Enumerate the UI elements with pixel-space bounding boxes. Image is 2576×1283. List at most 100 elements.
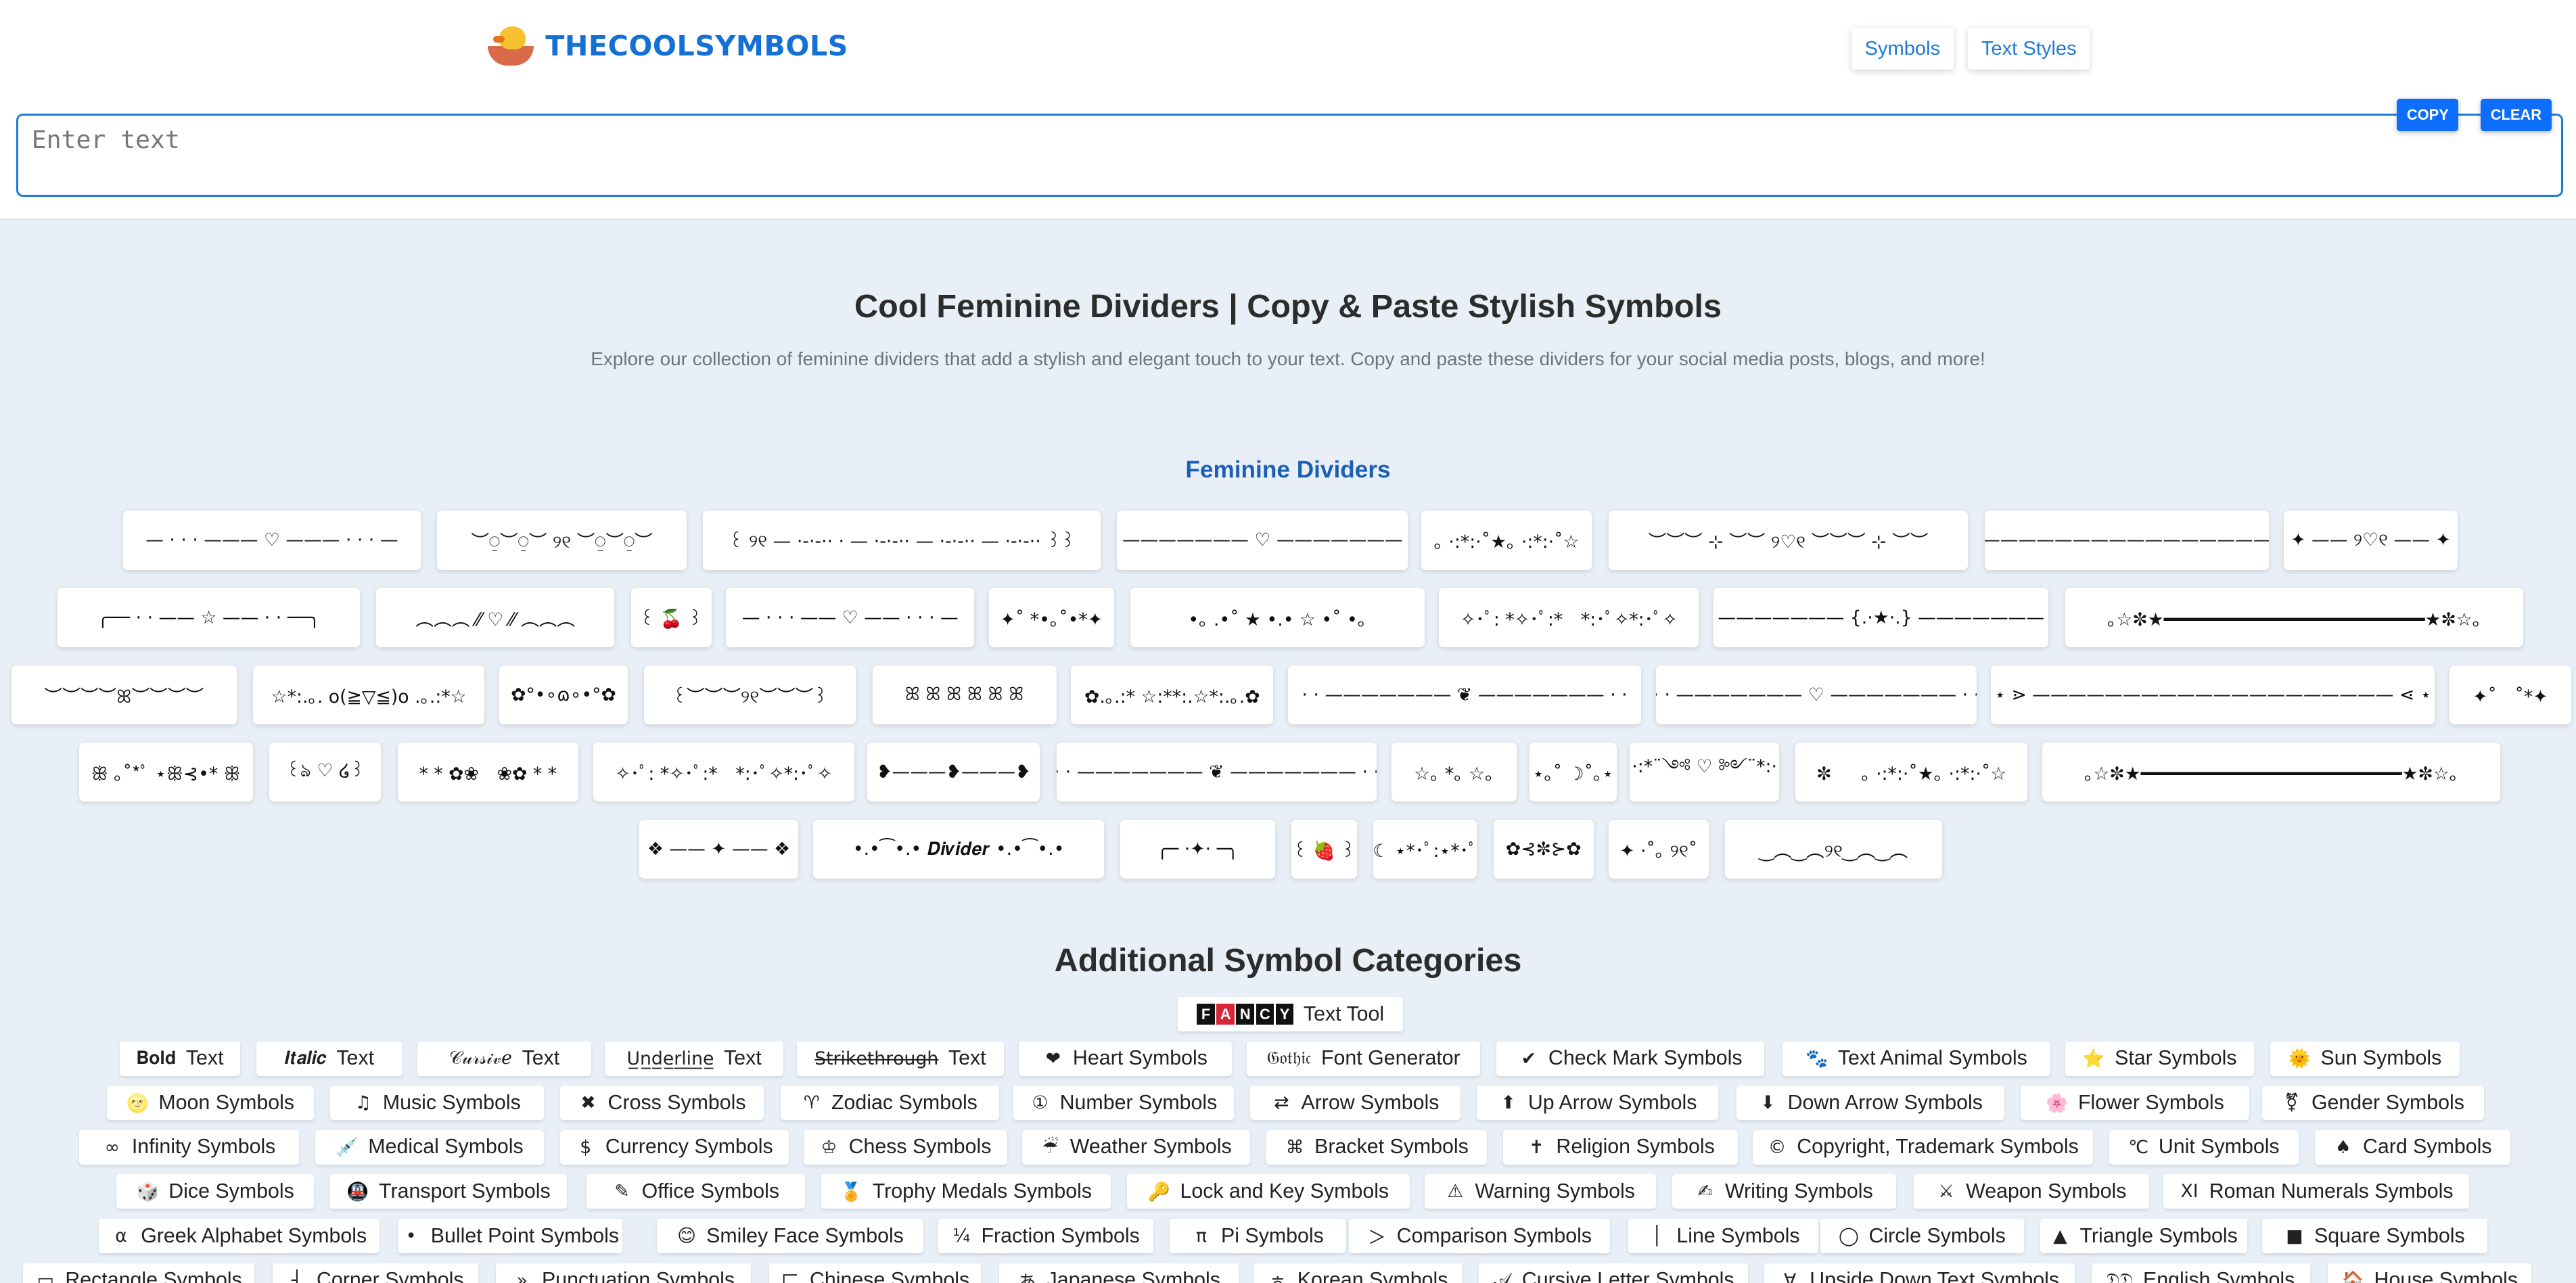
text-input[interactable]	[16, 113, 2563, 197]
divider-item[interactable]: ❖ —— ✦ —— ❖	[639, 819, 799, 879]
category-link[interactable]: ✖ Cross Symbols	[560, 1086, 764, 1121]
category-link[interactable]: ⭐ Star Symbols	[2065, 1041, 2255, 1076]
category-link[interactable]: 𝔇𝔇 English Symbols	[2091, 1263, 2310, 1283]
category-link[interactable]: • Bullet Point Symbols	[397, 1219, 623, 1254]
divider-item[interactable]: ｡ ·:*:·˚★｡ ·:*:·˚☆	[1421, 511, 1592, 570]
category-link[interactable]: 🚇 Transport Symbols	[330, 1174, 567, 1209]
category-link[interactable]: ✍ Writing Symbols	[1672, 1174, 1896, 1209]
category-link[interactable]: 𝑰𝒕𝒂𝒍𝒊𝒄 Text	[256, 1041, 402, 1076]
category-link[interactable]: ♠ Card Symbols	[2314, 1129, 2510, 1165]
category-link[interactable]: ♫ Music Symbols	[330, 1086, 544, 1121]
divider-item[interactable]: ꒰ ୨୧ — ·-·-·· · — ·-·-·· — ·-·-·· — ·-·-…	[703, 511, 1101, 570]
divider-item[interactable]: ☆｡ *｡ ☆｡	[1392, 742, 1517, 802]
category-link[interactable]: ⚠ Warning Symbols	[1424, 1174, 1657, 1209]
category-link[interactable]: ⚔ Weapon Symbols	[1914, 1174, 2149, 1209]
divider-item[interactable]: ❥———❥———❥	[867, 742, 1040, 802]
category-link[interactable]: » Punctuation Symbols	[496, 1263, 751, 1283]
category-link[interactable]: ¼ Fraction Symbols	[938, 1219, 1153, 1254]
category-link[interactable]: © Copyright, Trademark Symbols	[1753, 1129, 2094, 1165]
category-link[interactable]: π Pi Symbols	[1170, 1219, 1346, 1254]
category-link[interactable]: 𝐁𝐨𝐥𝐝 Text	[120, 1041, 240, 1076]
category-link[interactable]: ▭ Rectangle Symbols	[23, 1263, 255, 1283]
divider-item[interactable]: · · ——————— ❦ ——————— · ·	[1056, 742, 1377, 802]
divider-item[interactable]: ☾ ⋆*･ﾟ:⋆*･ﾟ	[1373, 819, 1477, 879]
category-link[interactable]: ⌘ Bracket Symbols	[1266, 1129, 1487, 1165]
divider-item[interactable]: ⋆｡˚ ☽˚｡⋆	[1530, 742, 1617, 802]
category-link[interactable]: 🎲 Dice Symbols	[116, 1174, 314, 1209]
divider-item[interactable]: ꕥ ｡˚*ﾟ ⋆ꕥ⊰•* ꕥ	[78, 742, 253, 802]
nav-text-styles[interactable]: Text Styles	[1968, 28, 2090, 70]
category-link[interactable]: ▲ Triangle Symbols	[2040, 1219, 2248, 1254]
category-link[interactable]: XI Roman Numerals Symbols	[2163, 1174, 2470, 1209]
category-link[interactable]: ⼕ Chinese Symbols	[768, 1263, 981, 1283]
category-link[interactable]: ◯ Circle Symbols	[1820, 1219, 2025, 1254]
category-link[interactable]: ① Number Symbols	[1013, 1086, 1234, 1121]
category-link[interactable]: ℃ Unit Symbols	[2109, 1129, 2299, 1165]
divider-item[interactable]: ୨୧ ——————— ♡ ——————— ୨୧	[1117, 511, 1408, 570]
category-link[interactable]: ＞ Comparison Symbols	[1348, 1219, 1611, 1254]
clear-button[interactable]: CLEAR	[2481, 98, 2552, 132]
divider-item[interactable]: ︶︶︶︶ꕤ︶︶︶︶	[12, 665, 237, 724]
divider-item[interactable]: · · ——————— ♡ ——————— · ·	[1656, 665, 1977, 724]
category-link[interactable]: 😊 Smiley Face Symbols	[657, 1219, 923, 1254]
divider-item[interactable]: ︶︶︶ ⊹ ︶︶ ୨♡୧ ︶︶︶ ⊹ ︶︶	[1608, 511, 1969, 570]
fancy-text-tool-link[interactable]: FANCY Text Tool	[1178, 997, 1403, 1032]
category-link[interactable]: 𝒜 Cursive Letter Symbols	[1478, 1263, 1749, 1283]
divider-item[interactable]: ⋗ ——————— {.·★·.} ——————— ⋖	[1714, 588, 2049, 647]
divider-item[interactable]: ︶⍜︶⍜︶ ୨୧ ︶⍜︶⍜︶	[437, 511, 687, 570]
category-link[interactable]: 🏠 House Symbols	[2328, 1263, 2532, 1283]
category-link[interactable]: 🌝 Moon Symbols	[106, 1086, 314, 1121]
category-link[interactable]: 🌸 Flower Symbols	[2021, 1086, 2249, 1121]
category-link[interactable]: あ Japanese Symbols	[998, 1263, 1239, 1283]
divider-item[interactable]: * * ✿❀ ❀✿ * *	[397, 742, 578, 802]
category-link[interactable]: ⬇ Down Arrow Symbols	[1736, 1086, 2004, 1121]
divider-item[interactable]: ✿.｡.:* ☆:**:.☆*:.｡.✿	[1071, 665, 1274, 724]
divider-item[interactable]: ➽————————————————➽	[1984, 511, 2269, 570]
divider-item[interactable]: ｡☆✼★━━━━━━━━━━━━━━━━━━━━━━━━★✼☆｡	[2042, 742, 2501, 802]
divider-item[interactable]: ✿⊰✼⊱✿	[1493, 819, 1594, 879]
divider-item[interactable]: ✿°•∘ɷ∘•°✿	[499, 665, 628, 724]
divider-item[interactable]: ✧･ﾟ: *✧･ﾟ:* *:･ﾟ✧*:･ﾟ✧	[593, 742, 854, 802]
divider-item[interactable]: ☆*:.｡. o(≧▽≦)o .｡.:*☆	[253, 665, 485, 724]
divider-item[interactable]: ╭─ ·✦· ─╮	[1120, 819, 1275, 879]
category-link[interactable]: 🐾 Text Animal Symbols	[1782, 1041, 2050, 1076]
divider-item[interactable]: •｡ .•˚ ★ •.• ☆ •˚ •｡	[1130, 588, 1425, 647]
divider-item[interactable]: ⋆ ⋗ ———————————————————— ⋖ ⋆	[1991, 665, 2435, 724]
divider-item[interactable]: ︵︵︵ ⁄⁄ ♡ ⁄⁄ ︵︵︵	[376, 588, 615, 647]
divider-item[interactable]: ꒰ঌ ♡ ໒꒱	[269, 742, 382, 802]
category-link[interactable]: ⬆ Up Arrow Symbols	[1477, 1086, 1719, 1121]
category-link[interactable]: 𝒞𝓊𝓇𝓈𝒾𝓋ℯ Text	[417, 1041, 592, 1076]
divider-item[interactable]: · · ——————— ❦ ——————— · ·	[1288, 665, 1642, 724]
category-link[interactable]: ∀ Upside Down Text Symbols	[1764, 1263, 2075, 1283]
category-link[interactable]: ∞ Infinity Symbols	[78, 1129, 299, 1165]
category-link[interactable]: ☔ Weather Symbols	[1021, 1129, 1251, 1165]
category-link[interactable]: ✔ Check Mark Symbols	[1496, 1041, 1765, 1076]
category-link[interactable]: ㅎ Korean Symbols	[1254, 1263, 1463, 1283]
category-link[interactable]: 🏅 Trophy Medals Symbols	[821, 1174, 1111, 1209]
copy-button[interactable]: COPY	[2397, 98, 2459, 132]
category-link[interactable]: ♔ Chess Symbols	[803, 1129, 1007, 1165]
divider-item[interactable]: ✧･ﾟ: *✧･ﾟ:* *:･ﾟ✧*:･ﾟ✧	[1439, 588, 1699, 647]
divider-item[interactable]: ✦ ·˚｡ ୨୧˚	[1608, 819, 1709, 879]
category-link[interactable]: α Greek Alphabet Symbols	[98, 1219, 380, 1254]
category-link[interactable]: U̲n̲d̲e̲r̲l̲i̲n̲e̲ Text	[604, 1041, 784, 1076]
divider-item[interactable]: ꒰ 🍓 ꒱	[1291, 819, 1358, 879]
site-logo[interactable]: THECOOLSYMBOLS	[486, 23, 848, 69]
category-link[interactable]: 𝔊𝔬𝔱𝔥𝔦𝔠 Font Generator	[1247, 1041, 1481, 1076]
divider-item[interactable]: ꒰︶︶︶୨୧︶︶︶꒱	[644, 665, 856, 724]
divider-item[interactable]: — · · · —— ♡ —— · · · —	[726, 588, 975, 647]
category-link[interactable]: │ Line Symbols	[1628, 1219, 1819, 1254]
divider-item[interactable]: ✦˚ *•｡˚•*✦	[989, 588, 1114, 647]
divider-item[interactable]: ·:*¨༺ ♡ ༻¨*:·	[1630, 742, 1780, 802]
category-link[interactable]: 🌞 Sun Symbols	[2270, 1041, 2460, 1076]
category-link[interactable]: ┤ Corner Symbols	[273, 1263, 478, 1283]
category-link[interactable]: ⇄ Arrow Symbols	[1250, 1086, 1461, 1121]
divider-item[interactable]: ꕤ ꕤ ꕤ ꕤ ꕤ ꕤ	[872, 665, 1057, 724]
category-link[interactable]: 🔑 Lock and Key Symbols	[1127, 1174, 1410, 1209]
category-link[interactable]: $ Currency Symbols	[560, 1129, 789, 1165]
category-link[interactable]: ⚧ Gender Symbols	[2262, 1086, 2485, 1121]
category-link[interactable]: ❤ Heart Symbols	[1018, 1041, 1233, 1076]
nav-symbols[interactable]: Symbols	[1852, 28, 1954, 70]
divider-item[interactable]: ✦˚ ˚*✦	[2450, 665, 2571, 724]
divider-item[interactable]: ꒰ 🍒 ꒱	[630, 588, 712, 647]
